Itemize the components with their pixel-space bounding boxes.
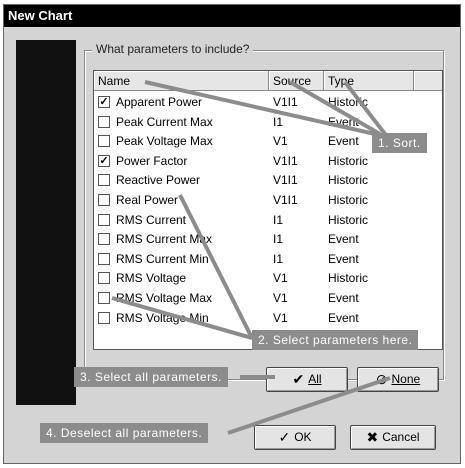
row-checkbox[interactable] — [98, 174, 110, 187]
row-source: I1 — [273, 232, 284, 247]
row-source: V1 — [273, 291, 288, 305]
column-header-source[interactable]: Source — [269, 71, 324, 91]
list-item[interactable]: RMS Voltage Max V1 Event — [94, 289, 442, 309]
list-header: Name Source Type — [94, 71, 442, 91]
row-source: V1I1 — [273, 173, 298, 188]
row-source: V1 — [273, 310, 288, 325]
cancel-label: Cancel — [382, 430, 420, 444]
row-checkbox[interactable] — [98, 194, 110, 206]
no-symbol-icon: ⊘ — [375, 371, 388, 387]
row-type: Event — [328, 114, 359, 129]
select-none-label: None — [391, 372, 421, 386]
column-header-filler — [414, 71, 442, 91]
row-name: RMS Current Min — [116, 251, 209, 266]
row-source: V1I1 — [273, 153, 298, 168]
row-type: Event — [328, 134, 359, 149]
row-type: Historic — [328, 95, 369, 109]
row-checkbox[interactable] — [98, 311, 110, 324]
row-name: Peak Voltage Max — [116, 134, 213, 149]
list-item[interactable]: ✓ Power Factor V1I1 Historic — [94, 152, 442, 172]
callout-sort: 1. Sort. — [372, 133, 427, 153]
select-all-label: All — [308, 372, 322, 386]
row-checkbox[interactable]: ✓ — [98, 154, 110, 167]
column-header-name[interactable]: Name — [94, 71, 269, 91]
row-type: Historic — [328, 212, 369, 227]
checkmark-pen-icon: ✔ — [292, 371, 305, 387]
row-checkbox[interactable] — [98, 292, 110, 304]
window-title: New Chart — [4, 5, 460, 27]
row-type: Event — [328, 232, 359, 247]
x-icon: ✖ — [366, 429, 379, 445]
row-name: RMS Current Max — [116, 232, 213, 247]
list-item[interactable]: Reactive Power V1I1 Historic — [94, 171, 442, 191]
select-all-button[interactable]: ✔ All — [266, 367, 348, 392]
row-type: Event — [328, 291, 359, 305]
row-type: Historic — [328, 153, 369, 168]
row-source: V1I1 — [273, 95, 298, 109]
row-name: RMS Current — [116, 212, 187, 227]
row-type: Event — [328, 310, 359, 325]
list-item[interactable]: Real Power V1I1 Historic — [94, 191, 442, 211]
ok-button[interactable]: ✓ OK — [254, 425, 336, 450]
row-name: Real Power — [116, 193, 179, 207]
row-source: I1 — [273, 114, 284, 129]
row-checkbox[interactable] — [98, 115, 110, 128]
row-source: V1 — [273, 271, 288, 286]
row-name: Apparent Power — [116, 95, 203, 109]
row-checkbox[interactable] — [98, 213, 110, 226]
list-item[interactable]: RMS Current Min I1 Event — [94, 250, 442, 270]
groupbox-label: What parameters to include? — [92, 42, 254, 56]
list-item[interactable]: RMS Current Max I1 Event — [94, 230, 442, 250]
row-type: Historic — [328, 173, 369, 188]
ok-label: OK — [294, 430, 312, 444]
row-checkbox[interactable] — [98, 135, 110, 148]
list-item[interactable]: RMS Voltage Min V1 Event — [94, 309, 442, 329]
row-name: Reactive Power — [116, 173, 201, 188]
callout-select-here: 2. Select parameters here. — [252, 330, 419, 350]
select-none-button[interactable]: ⊘ None — [357, 367, 439, 392]
callout-select-all: 3. Select all parameters. — [74, 367, 228, 387]
checkmark-icon: ✓ — [278, 429, 291, 445]
row-name: RMS Voltage — [116, 271, 187, 286]
row-name: RMS Voltage Max — [116, 291, 213, 305]
row-type: Historic — [328, 193, 369, 207]
list-item[interactable]: ✓ Apparent Power V1I1 Historic — [94, 93, 442, 113]
list-item[interactable]: Peak Current Max I1 Event — [94, 113, 442, 133]
row-checkbox[interactable]: ✓ — [98, 96, 110, 108]
row-checkbox[interactable] — [98, 233, 110, 246]
parameters-list[interactable]: Name Source Type ✓ Apparent Power V1I1 Hist… — [93, 70, 443, 350]
list-item[interactable]: RMS Current I1 Historic — [94, 211, 442, 231]
column-header-type[interactable]: Type — [324, 71, 414, 91]
row-name: Peak Current Max — [116, 114, 213, 129]
row-name: Power Factor — [116, 153, 188, 168]
row-name: RMS Voltage Min — [116, 310, 209, 325]
row-checkbox[interactable] — [98, 272, 110, 285]
side-panel — [16, 40, 76, 405]
row-source: V1 — [273, 134, 288, 149]
row-type: Historic — [328, 271, 369, 286]
row-checkbox[interactable] — [98, 252, 110, 265]
list-item[interactable]: RMS Voltage V1 Historic — [94, 269, 442, 289]
row-source: V1I1 — [273, 193, 298, 207]
callout-deselect-all: 4. Deselect all parameters. — [40, 423, 209, 443]
row-source: I1 — [273, 212, 284, 227]
cancel-button[interactable]: ✖ Cancel — [350, 425, 436, 450]
row-source: I1 — [273, 251, 284, 266]
row-type: Event — [328, 251, 359, 266]
